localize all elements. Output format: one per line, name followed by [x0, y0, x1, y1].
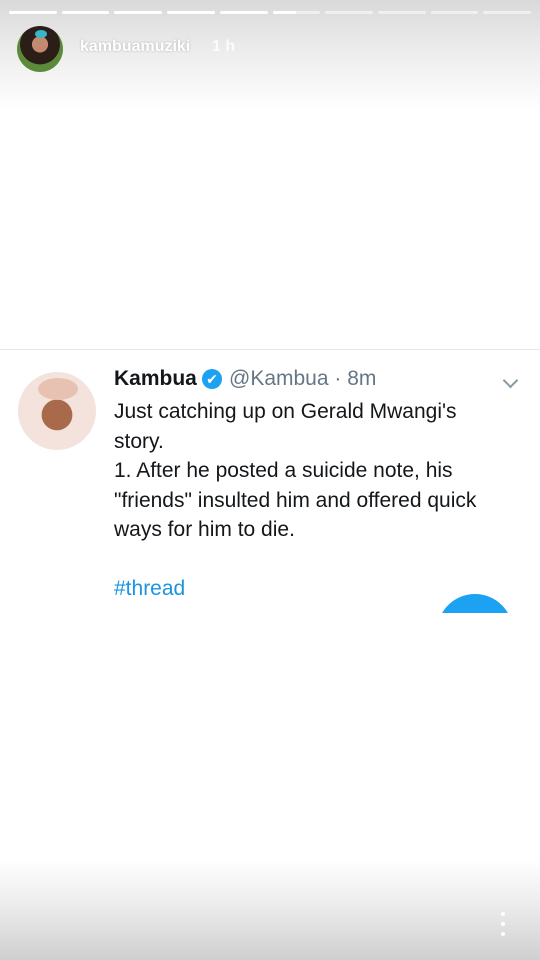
progress-fill	[9, 11, 57, 14]
progress-segment	[167, 11, 215, 14]
chevron-down-icon[interactable]	[502, 372, 519, 389]
bottom-gradient	[0, 860, 540, 960]
progress-segment	[377, 11, 426, 14]
menu-dot	[501, 932, 505, 936]
progress-segment	[219, 11, 268, 14]
progress-segment	[483, 11, 532, 14]
tweet-handle-time: @Kambua · 8m	[229, 367, 377, 390]
progress-fill	[219, 11, 268, 14]
progress-segment	[272, 11, 321, 14]
more-vertical-icon[interactable]	[496, 912, 510, 936]
progress-fill	[114, 11, 163, 14]
tweet-text: Just catching up on Gerald Mwangi's stor…	[114, 397, 524, 604]
progress-fill	[61, 11, 110, 14]
tweet-line: "friends" insulted him and offered quick	[114, 488, 477, 512]
story-avatar[interactable]	[17, 26, 63, 72]
progress-fill	[272, 11, 297, 14]
progress-segment	[9, 11, 57, 14]
progress-segment	[61, 11, 110, 14]
tweet-line: Just catching up on Gerald Mwangi's	[114, 400, 457, 423]
tweet-author-name[interactable]: Kambua	[114, 367, 197, 391]
progress-fill	[167, 11, 215, 14]
story-timestamp: 1 h	[212, 38, 236, 55]
tweet-card: Kambua ✔ @Kambua · 8m Just catching up o…	[0, 349, 540, 613]
verified-badge-icon: ✔	[202, 369, 222, 389]
tweet-line: story.	[114, 429, 164, 453]
progress-segment	[325, 11, 373, 14]
tweet-avatar[interactable]	[18, 372, 96, 450]
tweet-line: 1. After he posted a suicide note, his	[114, 459, 453, 482]
menu-dot	[501, 912, 505, 916]
menu-dot	[501, 922, 505, 926]
progress-segment	[114, 11, 163, 14]
story-username[interactable]: kambuamuziki	[80, 38, 190, 56]
progress-segment	[430, 11, 479, 14]
tweet-line: ways for him to die.	[114, 518, 295, 541]
story-progress-bar	[9, 11, 532, 14]
